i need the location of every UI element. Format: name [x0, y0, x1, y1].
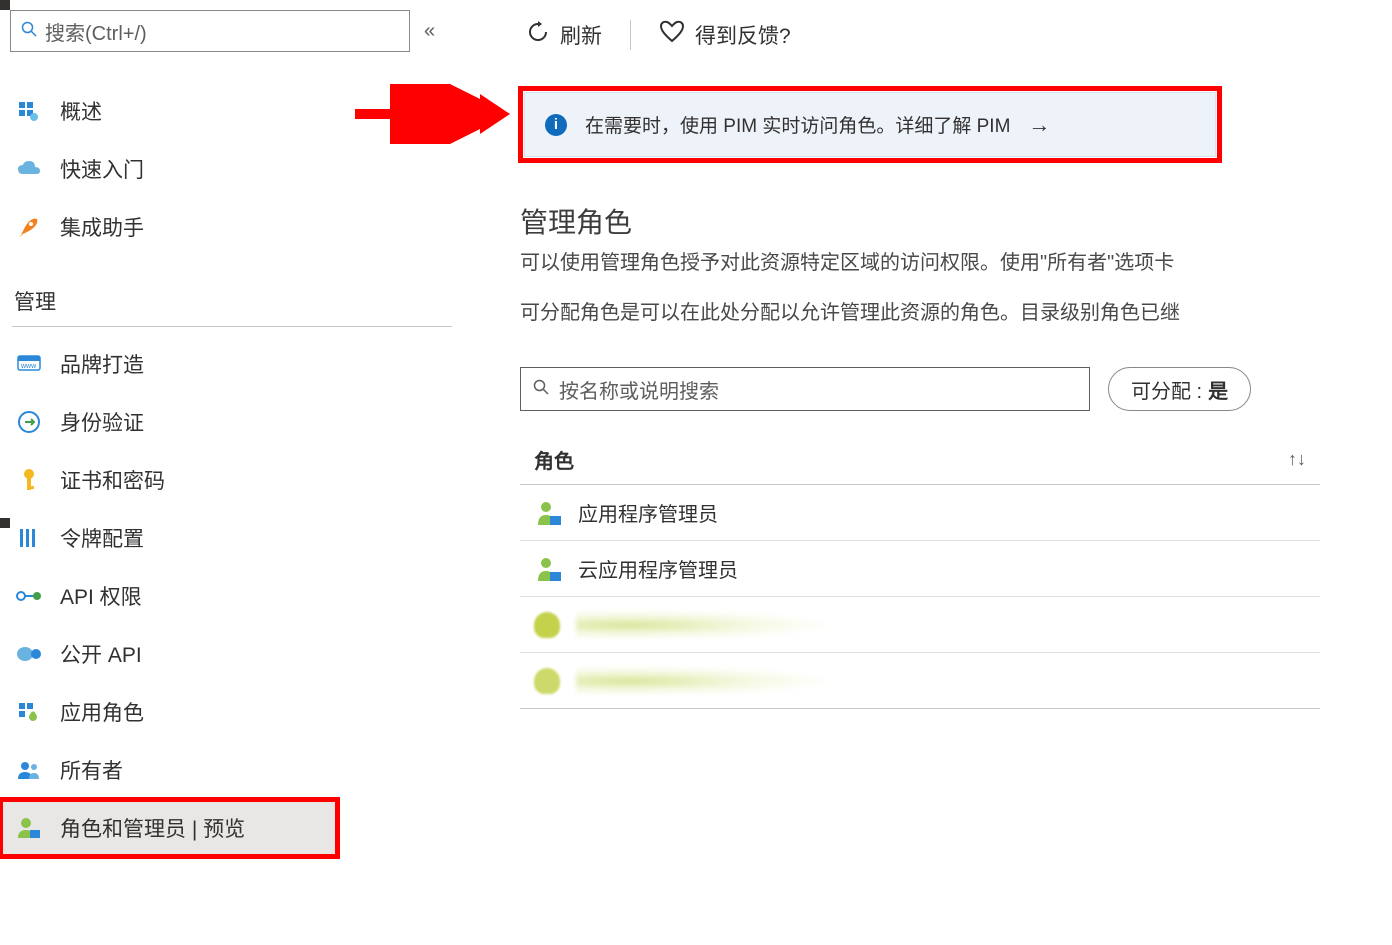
- sidebar-item-roles-admins[interactable]: 角色和管理员 | 预览: [0, 799, 338, 857]
- feedback-label: 得到反馈?: [695, 20, 791, 50]
- refresh-label: 刷新: [560, 20, 602, 50]
- section-desc-2: 可分配角色是可以在此处分配以允许管理此资源的角色。目录级别角色已继: [520, 299, 1392, 327]
- expose-api-icon: [14, 639, 44, 669]
- section-title: 管理角色: [520, 201, 1392, 241]
- assignable-filter-pill[interactable]: 可分配 : 是: [1108, 367, 1251, 411]
- refresh-button[interactable]: 刷新: [520, 16, 608, 54]
- divider: [12, 326, 452, 327]
- api-permissions-icon: [14, 581, 44, 611]
- sidebar-item-label: 角色和管理员 | 预览: [60, 813, 245, 843]
- sidebar-item-authentication[interactable]: 身份验证: [0, 393, 470, 451]
- info-icon: i: [545, 114, 567, 136]
- assignable-label: 可分配 :: [1131, 375, 1202, 404]
- sidebar-item-app-roles[interactable]: 应用角色: [0, 683, 470, 741]
- role-search-input[interactable]: 按名称或说明搜索: [520, 367, 1090, 411]
- toolbar: 刷新 得到反馈?: [520, 10, 1392, 60]
- sidebar-item-api-permissions[interactable]: API 权限: [0, 567, 470, 625]
- token-icon: [14, 523, 44, 553]
- roles-admins-icon: [14, 813, 44, 843]
- key-icon: [14, 465, 44, 495]
- role-name: 应用程序管理员: [578, 498, 718, 527]
- sidebar-item-label: 令牌配置: [60, 523, 144, 553]
- sidebar-item-label: 身份验证: [60, 407, 144, 437]
- main-content: 刷新 得到反馈? i 在需要时，使用 PIM 实时访问角色。详细了解 PIM →…: [470, 0, 1392, 945]
- role-admin-icon: [534, 499, 562, 527]
- banner-text: 在需要时，使用 PIM 实时访问角色。详细了解 PIM: [585, 111, 1010, 138]
- table-row-redacted[interactable]: [520, 653, 1320, 709]
- search-icon: [533, 378, 549, 401]
- redacted-icon: [534, 668, 560, 694]
- sidebar-item-label: 快速入门: [60, 154, 144, 184]
- sidebar-item-label: API 权限: [60, 581, 142, 611]
- sidebar-item-quickstart[interactable]: 快速入门: [0, 140, 470, 198]
- sidebar-item-label: 应用角色: [60, 697, 144, 727]
- sidebar-section-manage: 管理: [0, 256, 470, 326]
- sidebar-item-label: 品牌打造: [60, 349, 144, 379]
- collapse-sidebar-button[interactable]: «: [424, 20, 435, 43]
- sidebar-item-label: 概述: [60, 96, 102, 126]
- sidebar-search-placeholder: 搜索(Ctrl+/): [45, 17, 147, 46]
- role-name: 云应用程序管理员: [578, 554, 738, 583]
- sidebar-item-expose-api[interactable]: 公开 API: [0, 625, 470, 683]
- redacted-text: [576, 666, 836, 696]
- overview-icon: [14, 96, 44, 126]
- branding-icon: www: [14, 349, 44, 379]
- search-icon: [21, 21, 37, 42]
- sidebar-search-input[interactable]: 搜索(Ctrl+/): [10, 10, 410, 52]
- column-role: 角色: [534, 445, 574, 474]
- role-admin-icon: [534, 555, 562, 583]
- sidebar-item-label: 公开 API: [60, 639, 142, 669]
- table-row[interactable]: 云应用程序管理员: [520, 541, 1320, 597]
- heart-icon: [659, 20, 685, 50]
- refresh-icon: [526, 20, 550, 50]
- sidebar-item-token-config[interactable]: 令牌配置: [0, 509, 470, 567]
- feedback-button[interactable]: 得到反馈?: [653, 16, 797, 54]
- sidebar-item-owners[interactable]: 所有者: [0, 741, 470, 799]
- sidebar: 搜索(Ctrl+/) « 概述 快速入门 集成助手 管理: [0, 0, 470, 945]
- assignable-value: 是: [1208, 375, 1228, 404]
- edge-marker: [0, 518, 10, 528]
- rocket-icon: [14, 212, 44, 242]
- role-search-placeholder: 按名称或说明搜索: [559, 375, 719, 404]
- redacted-icon: [534, 612, 560, 638]
- highlight-roles-admins: 角色和管理员 | 预览: [0, 799, 338, 857]
- sort-icon[interactable]: ↑↓: [1288, 449, 1306, 470]
- sidebar-item-label: 所有者: [60, 755, 123, 785]
- app-roles-icon: [14, 697, 44, 727]
- sidebar-item-certificates[interactable]: 证书和密码: [0, 451, 470, 509]
- pim-info-banner[interactable]: i 在需要时，使用 PIM 实时访问角色。详细了解 PIM →: [524, 92, 1216, 157]
- roles-table: 角色 ↑↓ 应用程序管理员 云应用程序管理员: [520, 435, 1320, 709]
- toolbar-separator: [630, 20, 631, 50]
- table-row-redacted[interactable]: [520, 597, 1320, 653]
- cloud-icon: [14, 154, 44, 184]
- edge-marker: [0, 0, 10, 10]
- arrow-right-icon: →: [1028, 112, 1050, 138]
- table-row[interactable]: 应用程序管理员: [520, 485, 1320, 541]
- sidebar-item-branding[interactable]: www 品牌打造: [0, 335, 470, 393]
- owners-icon: [14, 755, 44, 785]
- redacted-text: [576, 610, 836, 640]
- filter-row: 按名称或说明搜索 可分配 : 是: [520, 367, 1392, 411]
- sidebar-item-label: 证书和密码: [60, 465, 165, 495]
- sidebar-item-integration[interactable]: 集成助手: [0, 198, 470, 256]
- table-header[interactable]: 角色 ↑↓: [520, 435, 1320, 485]
- sidebar-item-label: 集成助手: [60, 212, 144, 242]
- svg-text:www: www: [20, 363, 37, 370]
- section-desc-1: 可以使用管理角色授予对此资源特定区域的访问权限。使用"所有者"选项卡: [520, 249, 1392, 277]
- highlight-banner: i 在需要时，使用 PIM 实时访问角色。详细了解 PIM →: [520, 88, 1220, 161]
- sidebar-item-overview[interactable]: 概述: [0, 82, 470, 140]
- auth-icon: [14, 407, 44, 437]
